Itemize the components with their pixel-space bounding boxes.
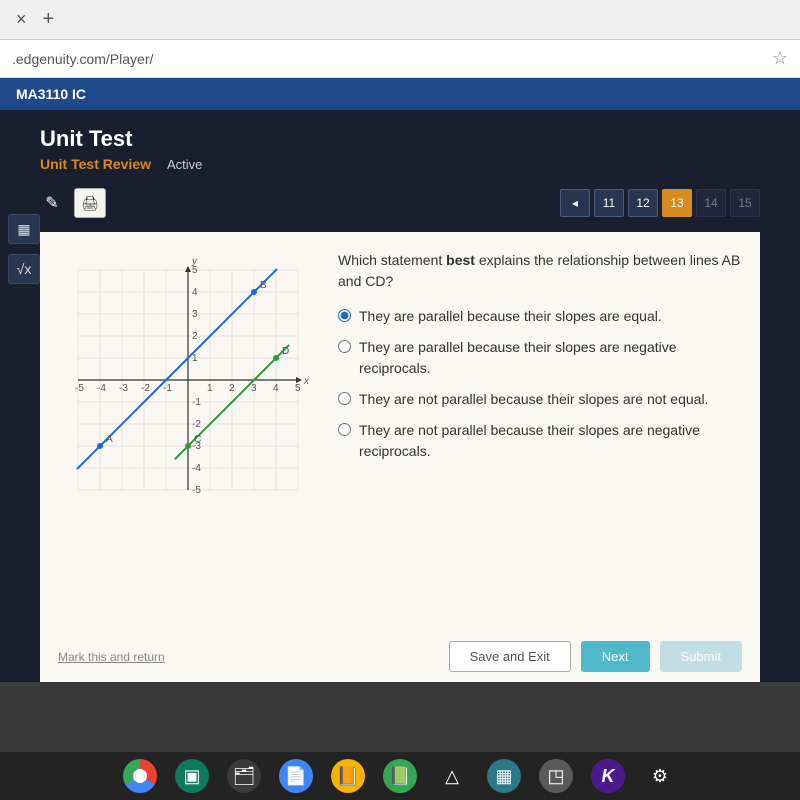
svg-text:4: 4	[273, 383, 279, 394]
mark-return-link[interactable]: Mark this and return	[58, 650, 165, 664]
svg-text:2: 2	[192, 331, 198, 342]
coordinate-graph: -5-4-3-2-112345-5-4-3-2-112345xyABCD	[58, 250, 318, 510]
bookmark-star-icon[interactable]: ☆	[772, 48, 788, 69]
svg-text:y: y	[191, 256, 198, 267]
svg-text:3: 3	[251, 383, 257, 394]
sqrt-icon[interactable]: √x	[8, 254, 40, 284]
submit-button[interactable]: Submit	[660, 641, 742, 672]
svg-text:1: 1	[207, 383, 213, 394]
svg-text:D: D	[282, 346, 289, 357]
docs-icon[interactable]: 📄	[279, 759, 313, 793]
app-icon-2[interactable]: ▦	[487, 759, 521, 793]
page-status: Active	[167, 157, 202, 172]
svg-text:-5: -5	[192, 485, 201, 496]
question-nav: ◂ 11 12 13 14 15	[560, 189, 760, 217]
course-code: MA3110 IC	[0, 78, 800, 110]
svg-text:-3: -3	[119, 383, 128, 394]
svg-text:-1: -1	[163, 383, 172, 394]
pencil-icon[interactable]: ✎	[40, 193, 64, 213]
option-3[interactable]: They are not parallel because their slop…	[338, 420, 742, 462]
option-2[interactable]: They are not parallel because their slop…	[338, 389, 742, 410]
svg-text:x: x	[303, 376, 310, 387]
option-label-2: They are not parallel because their slop…	[359, 389, 708, 410]
tab-close-icon[interactable]: ×	[8, 9, 35, 30]
svg-text:-4: -4	[192, 463, 201, 474]
option-radio-0[interactable]	[338, 309, 351, 322]
nav-item-14: 14	[696, 189, 726, 217]
svg-text:1: 1	[192, 353, 198, 364]
app-icon-3[interactable]: ◳	[539, 759, 573, 793]
app-icon-1[interactable]: ▣	[175, 759, 209, 793]
option-radio-1[interactable]	[338, 340, 351, 353]
chrome-icon[interactable]	[123, 759, 157, 793]
calculator-icon[interactable]: ▦	[8, 214, 40, 244]
settings-icon[interactable]: ⚙	[643, 759, 677, 793]
nav-item-15: 15	[730, 189, 760, 217]
page-subtitle: Unit Test Review	[40, 156, 151, 172]
nav-prev-button[interactable]: ◂	[560, 189, 590, 217]
option-label-1: They are parallel because their slopes a…	[359, 337, 742, 379]
svg-text:-2: -2	[192, 419, 201, 430]
svg-text:-2: -2	[141, 383, 150, 394]
svg-text:B: B	[260, 280, 267, 291]
svg-text:C: C	[194, 434, 201, 445]
tab-add-icon[interactable]: +	[35, 8, 63, 31]
option-label-3: They are not parallel because their slop…	[359, 420, 742, 462]
print-button[interactable]: 🖨	[74, 188, 106, 218]
svg-text:3: 3	[192, 309, 198, 320]
option-label-0: They are parallel because their slopes a…	[359, 306, 662, 327]
svg-text:2: 2	[229, 383, 235, 394]
save-exit-button[interactable]: Save and Exit	[449, 641, 571, 672]
os-taskbar: ▣ 🗂 📄 📙 📗 △ ▦ ◳ K ⚙	[0, 752, 800, 800]
page-title: Unit Test	[40, 126, 760, 152]
drive-icon[interactable]: △	[435, 759, 469, 793]
files-icon[interactable]: 🗂	[227, 759, 261, 793]
nav-item-12[interactable]: 12	[628, 189, 658, 217]
svg-text:5: 5	[295, 383, 301, 394]
svg-text:-5: -5	[75, 383, 84, 394]
option-radio-3[interactable]	[338, 423, 351, 436]
option-radio-2[interactable]	[338, 392, 351, 405]
svg-text:4: 4	[192, 287, 198, 298]
svg-text:A: A	[106, 434, 113, 445]
next-button[interactable]: Next	[581, 641, 650, 672]
url-text: .edgenuity.com/Player/	[12, 51, 153, 67]
option-1[interactable]: They are parallel because their slopes a…	[338, 337, 742, 379]
nav-item-13[interactable]: 13	[662, 189, 692, 217]
question-prompt: Which statement best explains the relati…	[338, 250, 742, 292]
svg-text:-1: -1	[192, 397, 201, 408]
svg-text:-4: -4	[97, 383, 106, 394]
sheets-icon[interactable]: 📗	[383, 759, 417, 793]
kahoot-icon[interactable]: K	[591, 759, 625, 793]
nav-item-11[interactable]: 11	[594, 189, 624, 217]
option-0[interactable]: They are parallel because their slopes a…	[338, 306, 742, 327]
slides-icon[interactable]: 📙	[331, 759, 365, 793]
